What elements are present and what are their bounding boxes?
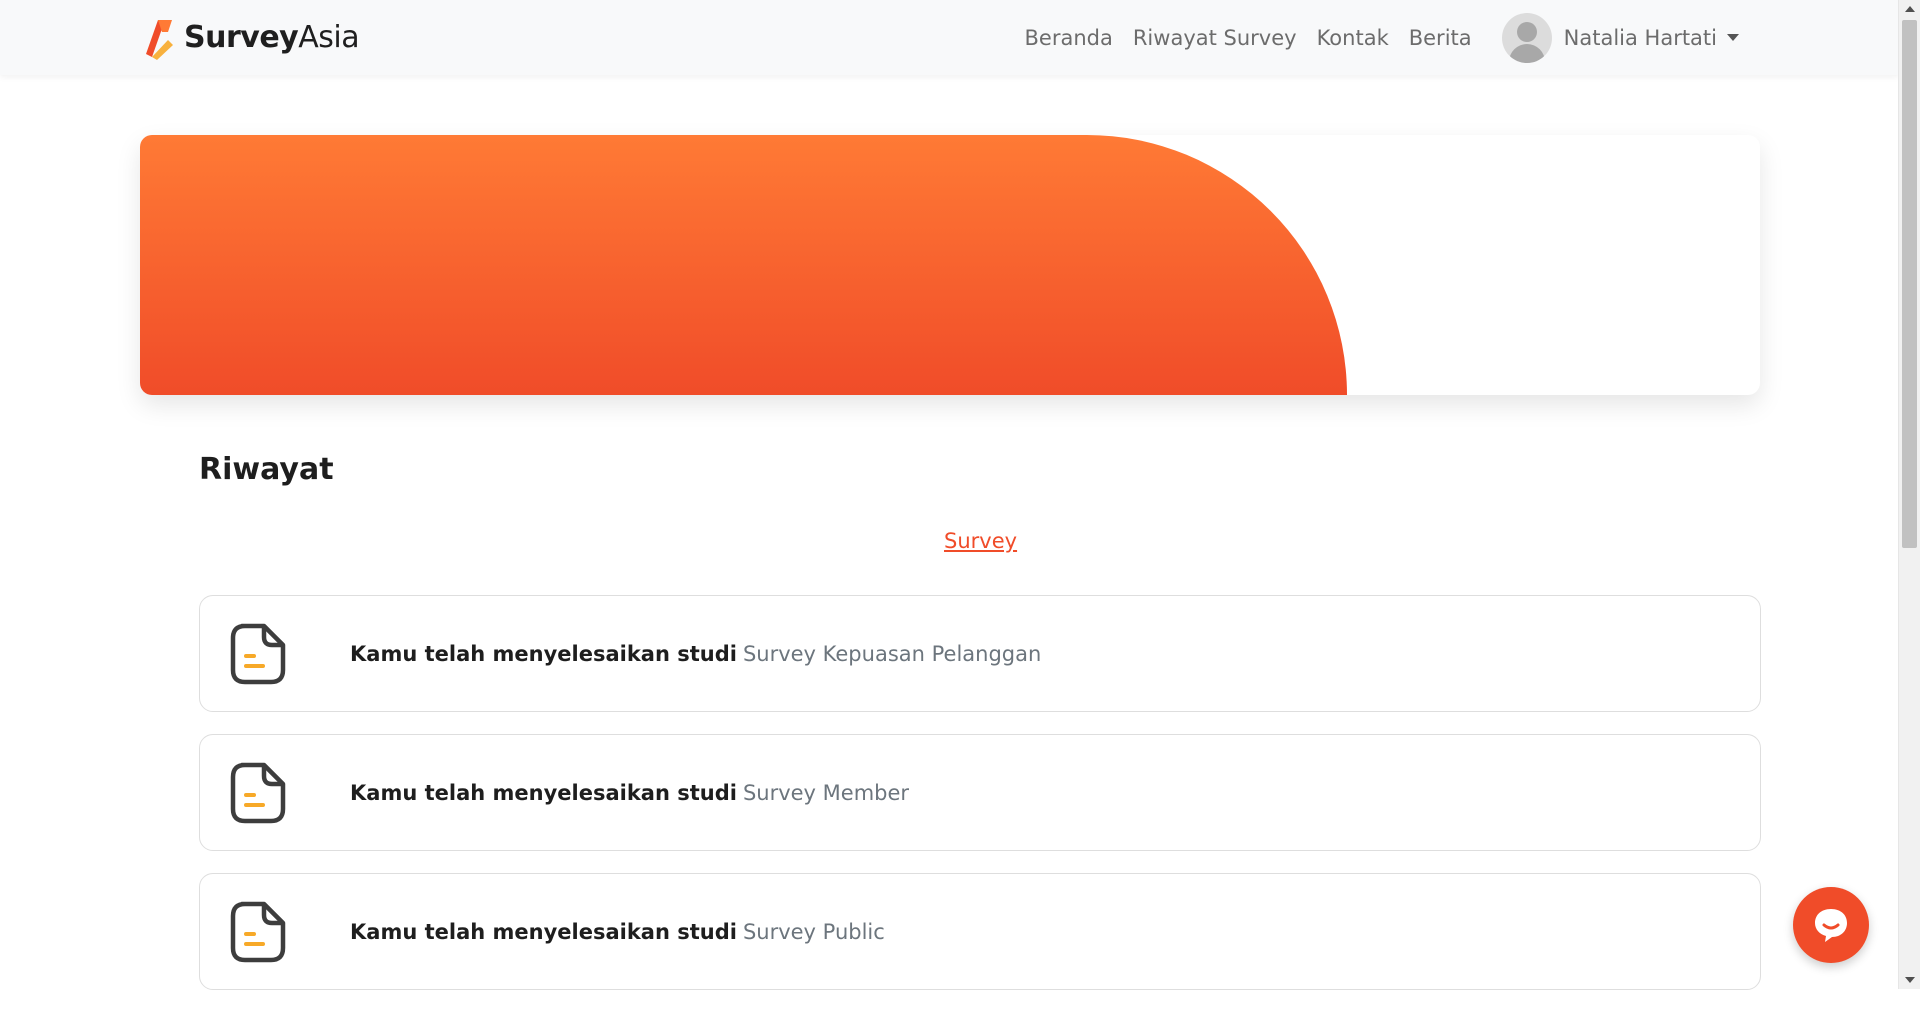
brand-logo[interactable]: SurveyAsia (138, 12, 360, 62)
history-item-text: Kamu telah menyelesaikan studi Survey Pu… (350, 874, 885, 989)
history-item-text: Kamu telah menyelesaikan studi Survey Me… (350, 735, 909, 850)
history-item-text: Kamu telah menyelesaikan studi Survey Ke… (350, 596, 1041, 711)
page-scrollbar[interactable] (1898, 0, 1920, 989)
hero-banner (140, 135, 1760, 395)
chat-icon (1815, 909, 1847, 942)
nav-link-beranda[interactable]: Beranda (1025, 26, 1113, 50)
nav-link-kontak[interactable]: Kontak (1317, 26, 1389, 50)
brand-name-light: Asia (298, 19, 360, 55)
scrollbar-thumb[interactable] (1902, 20, 1917, 548)
chat-button[interactable] (1793, 887, 1869, 963)
scroll-up-arrow-icon[interactable] (1905, 6, 1915, 12)
history-item[interactable]: Kamu telah menyelesaikan studi Survey Me… (199, 734, 1761, 851)
history-item-prefix: Kamu telah menyelesaikan studi (350, 641, 737, 666)
logo-icon (146, 20, 173, 60)
history-item[interactable]: Kamu telah menyelesaikan studi Survey Pu… (199, 873, 1761, 990)
page-title: Riwayat (199, 452, 334, 487)
user-menu-toggle[interactable]: Natalia Hartati (1501, 12, 1739, 63)
history-item-survey-name: Survey Kepuasan Pelanggan (742, 641, 1042, 666)
scroll-down-arrow-icon[interactable] (1905, 977, 1915, 983)
document-icon (230, 762, 286, 824)
history-item-prefix: Kamu telah menyelesaikan studi (350, 780, 737, 805)
nav-links: Beranda Riwayat Survey Kontak Berita Nat… (1005, 0, 1739, 75)
navbar: SurveyAsia Beranda Riwayat Survey Kontak… (0, 0, 1899, 75)
brand-name: SurveyAsia (184, 19, 360, 55)
user-avatar-icon (1501, 12, 1552, 63)
user-name: Natalia Hartati (1563, 25, 1717, 50)
document-icon (230, 901, 286, 963)
document-icon (230, 623, 286, 685)
history-item-survey-name: Survey Member (742, 780, 910, 805)
hero-banner-fill (140, 135, 1347, 395)
history-list: Kamu telah menyelesaikan studi Survey Ke… (199, 595, 1761, 1012)
chevron-down-icon (1727, 34, 1739, 41)
history-item[interactable]: Kamu telah menyelesaikan studi Survey Ke… (199, 595, 1761, 712)
history-item-prefix: Kamu telah menyelesaikan studi (350, 919, 737, 944)
nav-link-berita[interactable]: Berita (1409, 26, 1472, 50)
tab-survey[interactable]: Survey (944, 529, 1017, 553)
nav-link-riwayat-survey[interactable]: Riwayat Survey (1133, 26, 1297, 50)
brand-name-bold: Survey (184, 19, 299, 55)
history-item-survey-name: Survey Public (742, 919, 885, 944)
